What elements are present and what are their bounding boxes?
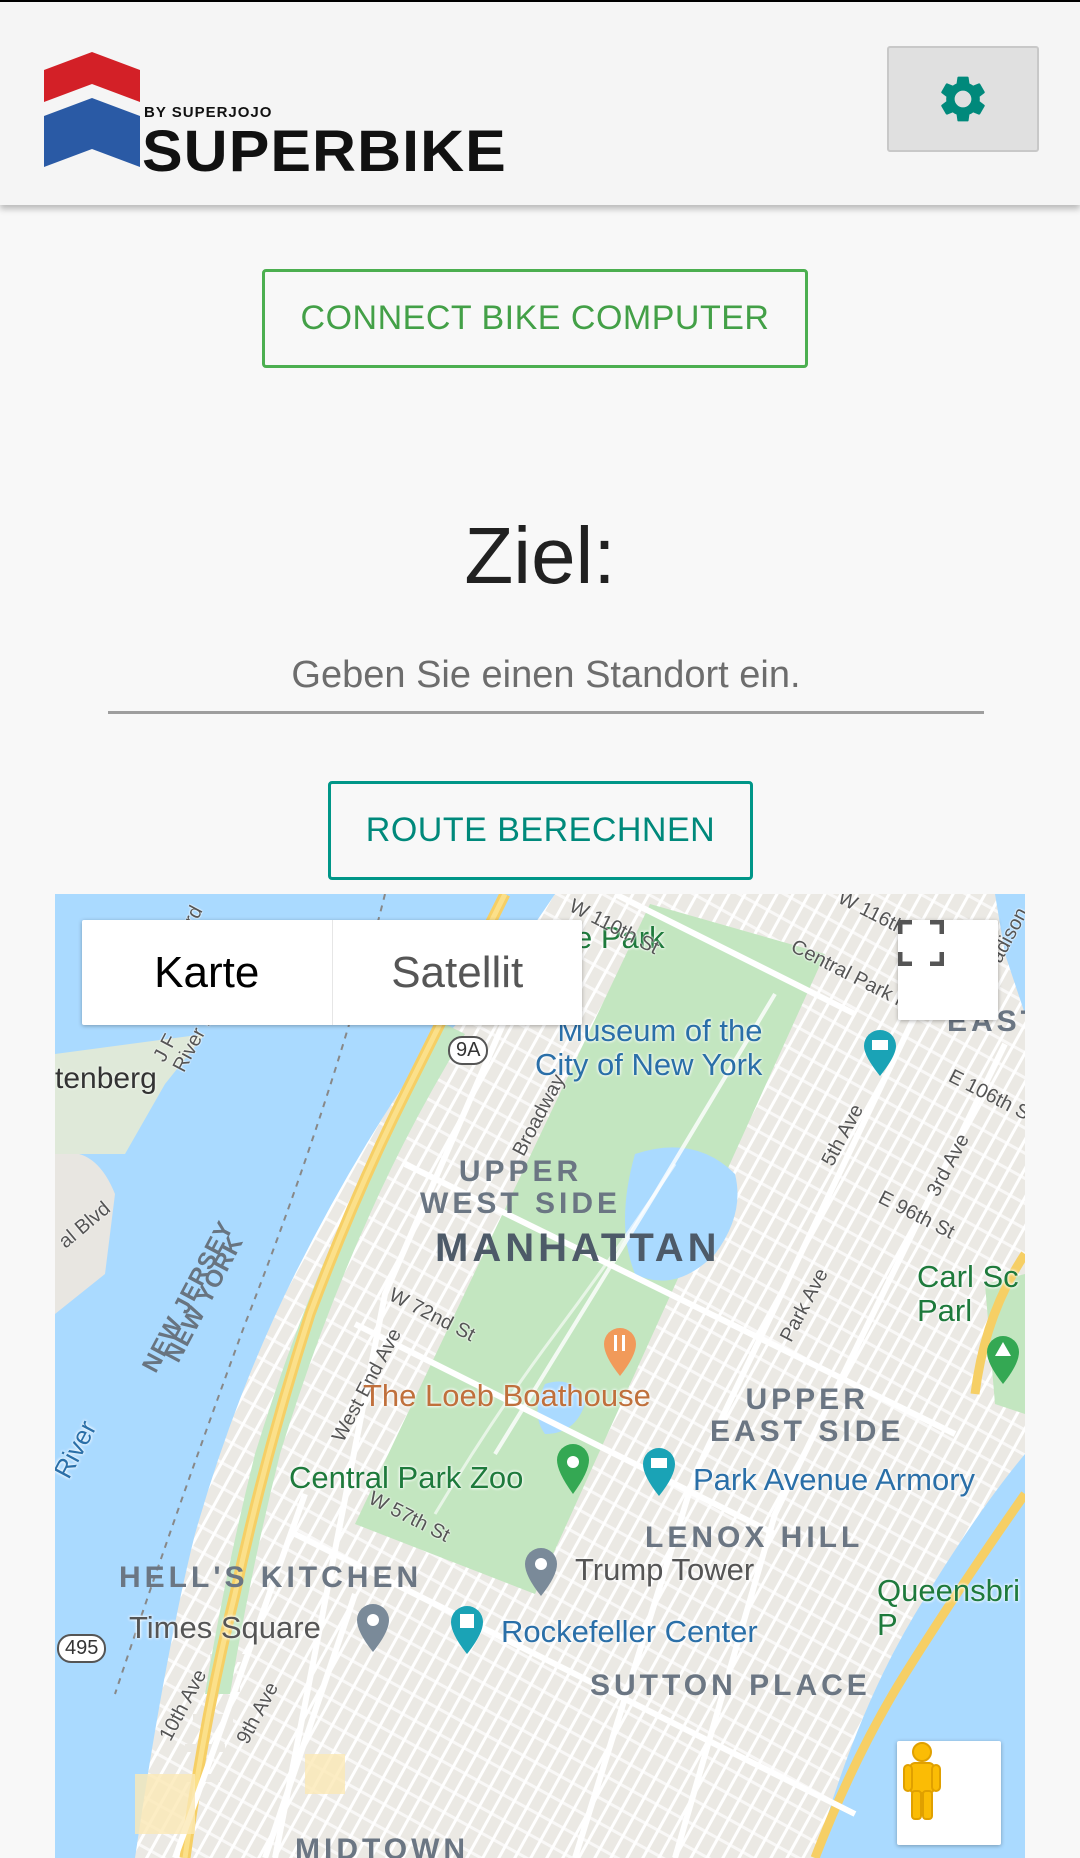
map-label-poi: The Loeb Boathouse: [363, 1378, 651, 1413]
fullscreen-button[interactable]: [898, 920, 998, 1020]
map-label-poi: Times Square: [129, 1610, 321, 1645]
destination-title: Ziel:: [464, 511, 616, 600]
logo-chevron-icon: [44, 52, 140, 167]
zoo-pin-icon: [557, 1444, 589, 1494]
map-label-poi: Park Avenue Armory: [693, 1462, 976, 1497]
connect-bike-computer-button[interactable]: CONNECT BIKE COMPUTER: [262, 269, 808, 368]
map-type-control: Karte Satellit: [82, 920, 582, 1025]
superbike-logo: BY SUPERJOJO SUPERBIKE: [44, 52, 524, 184]
map-label-district: LENOX HILL: [645, 1521, 864, 1554]
map-label-district: UPPER EAST SIDE: [710, 1383, 905, 1448]
map-label-district: MIDTOWN: [295, 1833, 470, 1858]
map-label-park: Queensbri P: [877, 1573, 1021, 1642]
landmark-pin-icon: [451, 1606, 483, 1654]
map-label-park: Carl Sc Parl: [917, 1259, 1019, 1328]
map-label-city: tenberg: [55, 1062, 157, 1095]
map-label-poi: Central Park Zoo: [289, 1460, 524, 1495]
park-pin-icon: [987, 1336, 1019, 1384]
street-view-pegman-button[interactable]: [897, 1741, 1001, 1845]
fullscreen-icon: [898, 920, 944, 966]
destination-input[interactable]: [108, 640, 984, 714]
map-label-poi: Trump Tower: [575, 1552, 755, 1587]
map-label-poi: Rockefeller Center: [501, 1614, 758, 1649]
map-label-district: SUTTON PLACE: [590, 1669, 871, 1702]
map-view[interactable]: e Park W 110th St W 116th adison Central…: [55, 894, 1025, 1858]
map-type-satellit-button[interactable]: Satellit: [333, 920, 583, 1025]
map-label-borough: MANHATTAN: [435, 1226, 721, 1270]
place-pin-icon: [357, 1604, 389, 1652]
museum-pin-icon: [864, 1030, 896, 1076]
armory-pin-icon: [643, 1448, 675, 1496]
map-label-district: UPPER WEST SIDE: [420, 1155, 622, 1220]
map-type-karte-button[interactable]: Karte: [82, 920, 333, 1025]
app-header: BY SUPERJOJO SUPERBIKE: [0, 0, 1080, 205]
restaurant-pin-icon: [604, 1328, 636, 1376]
map-label-district: HELL'S KITCHEN: [119, 1561, 423, 1594]
route-shield: 495: [57, 1634, 107, 1663]
place-pin-icon: [525, 1548, 557, 1596]
settings-button[interactable]: [887, 46, 1039, 152]
calculate-route-button[interactable]: ROUTE BERECHNEN: [328, 781, 753, 880]
gear-icon: [941, 76, 985, 122]
route-shield: 9A: [448, 1036, 489, 1065]
pegman-icon: [903, 1742, 941, 1820]
logo-text: SUPERBIKE: [142, 119, 507, 184]
